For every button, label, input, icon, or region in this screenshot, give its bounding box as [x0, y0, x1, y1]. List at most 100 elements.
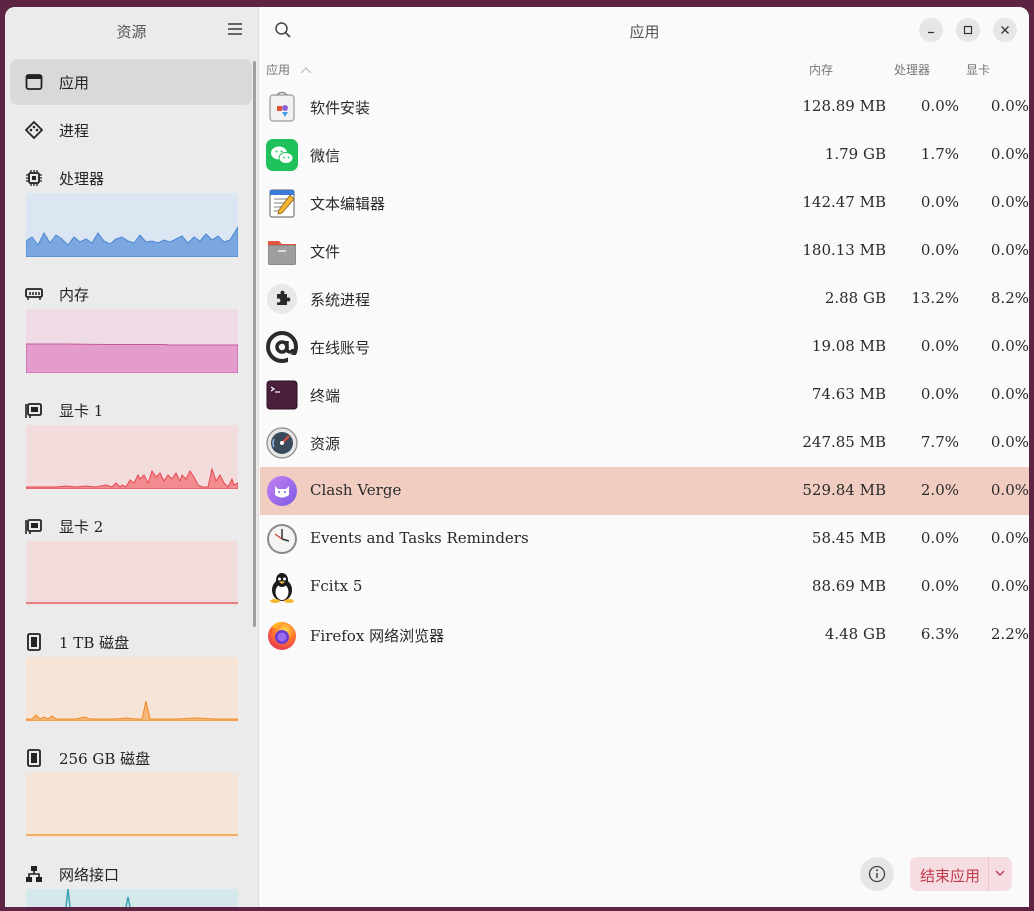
column-header-memory[interactable]: 内存	[809, 61, 833, 78]
app-cpu: 2.0%	[920, 481, 959, 499]
page-title: 应用	[629, 23, 660, 41]
clock-icon	[267, 524, 297, 554]
column-header-app[interactable]: 应用	[266, 61, 312, 78]
app-name: Firefox 网络浏览器	[310, 627, 445, 645]
sort-ascending-icon	[300, 67, 312, 74]
info-button[interactable]	[860, 857, 894, 891]
online-accounts-icon	[266, 331, 298, 363]
table-row[interactable]: Fcitx 5 88.69 MB 0.0% 0.0%	[260, 563, 1029, 611]
table-row[interactable]: 终端 74.63 MB 0.0% 0.0%	[260, 371, 1029, 419]
app-name: 文本编辑器	[310, 195, 386, 213]
app-cpu: 0.0%	[920, 193, 959, 211]
app-gpu: 0.0%	[990, 241, 1029, 259]
sidebar-item-label: 应用	[59, 74, 90, 92]
gpu-icon	[25, 403, 42, 418]
table-row[interactable]: 系统进程 2.88 GB 13.2% 8.2%	[260, 275, 1029, 323]
app-memory: 58.45 MB	[811, 529, 886, 547]
column-header-gpu[interactable]: 显卡	[966, 61, 990, 78]
app-cpu: 6.3%	[920, 625, 959, 643]
chevron-down-icon[interactable]	[994, 869, 1006, 877]
clash-verge-icon	[267, 476, 297, 506]
memory-icon	[25, 288, 43, 300]
app-name: 软件安装	[310, 99, 371, 117]
network-usage-graph	[26, 889, 238, 907]
app-cpu: 7.7%	[920, 433, 959, 451]
table-row[interactable]: Firefox 网络浏览器 4.48 GB 6.3% 2.2%	[260, 611, 1029, 659]
gpu-1-usage-graph	[26, 425, 238, 489]
table-row[interactable]: 文本编辑器 142.47 MB 0.0% 0.0%	[260, 179, 1029, 227]
app-cpu: 0.0%	[920, 577, 959, 595]
table-row[interactable]: 文件 180.13 MB 0.0% 0.0%	[260, 227, 1029, 275]
app-memory: 19.08 MB	[811, 337, 886, 355]
app-memory: 4.48 GB	[824, 625, 886, 643]
software-install-icon	[269, 91, 295, 122]
app-gpu: 0.0%	[990, 433, 1029, 451]
sidebar-item-label: 网络接口	[59, 866, 120, 884]
memory-usage-graph	[26, 309, 238, 373]
app-gpu: 0.0%	[990, 337, 1029, 355]
app-memory: 529.84 MB	[802, 481, 886, 499]
app-cpu: 0.0%	[920, 337, 959, 355]
sidebar-item-label: 1 TB 磁盘	[59, 634, 130, 652]
app-gpu: 0.0%	[990, 145, 1029, 163]
app-name: Fcitx 5	[310, 577, 363, 595]
table-row[interactable]: 资源 247.85 MB 7.7% 0.0%	[260, 419, 1029, 467]
app-gpu: 0.0%	[990, 385, 1029, 403]
app-memory: 88.69 MB	[811, 577, 886, 595]
drive-icon	[27, 749, 41, 767]
app-memory: 1.79 GB	[824, 145, 886, 163]
info-icon	[868, 865, 886, 883]
app-memory: 2.88 GB	[824, 289, 886, 307]
close-button[interactable]	[993, 18, 1017, 42]
cpu-icon	[26, 170, 42, 186]
app-cpu: 0.0%	[920, 241, 959, 259]
minimize-button[interactable]	[919, 18, 943, 42]
app-memory: 74.63 MB	[811, 385, 886, 403]
app-name: 微信	[310, 147, 341, 165]
app-memory: 247.85 MB	[802, 433, 886, 451]
table-row[interactable]: 软件安装 128.89 MB 0.0% 0.0%	[260, 83, 1029, 131]
sidebar-title: 资源	[116, 23, 147, 41]
process-icon	[25, 121, 43, 139]
sidebar-item-label: 内存	[59, 286, 90, 304]
system-process-icon	[267, 284, 297, 314]
column-header-cpu[interactable]: 处理器	[894, 61, 930, 78]
app-name: 系统进程	[310, 291, 371, 309]
maximize-button[interactable]	[956, 18, 980, 42]
end-app-button[interactable]: 结束应用	[920, 865, 980, 886]
cpu-usage-graph	[26, 193, 238, 257]
sidebar-item-processes[interactable]: 进程	[10, 107, 252, 153]
app-memory: 180.13 MB	[802, 241, 886, 259]
table-row[interactable]: 在线账号 19.08 MB 0.0% 0.0%	[260, 323, 1029, 371]
minimize-icon	[928, 31, 934, 34]
app-cpu: 13.2%	[911, 289, 959, 307]
app-window-icon	[25, 74, 43, 90]
sidebar-scrollbar[interactable]	[253, 61, 256, 627]
table-row-selected[interactable]: Clash Verge 529.84 MB 2.0% 0.0%	[260, 467, 1029, 515]
sidebar-item-label: 显卡 2	[59, 518, 104, 536]
sidebar-item-label: 256 GB 磁盘	[59, 750, 151, 768]
app-name: 文件	[310, 243, 341, 261]
gpu-2-usage-graph	[26, 541, 238, 605]
app-memory: 128.89 MB	[802, 97, 886, 115]
hamburger-menu-icon[interactable]	[228, 23, 242, 35]
text-editor-icon	[269, 189, 295, 218]
app-gpu: 0.0%	[990, 577, 1029, 595]
network-icon	[26, 866, 42, 882]
table-row[interactable]: Events and Tasks Reminders 58.45 MB 0.0%…	[260, 515, 1029, 563]
app-name: 资源	[310, 435, 341, 453]
table-row[interactable]: 微信 1.79 GB 1.7% 0.0%	[260, 131, 1029, 179]
app-gpu: 2.2%	[990, 625, 1029, 643]
sidebar-header: 资源	[5, 7, 258, 53]
split-divider	[988, 857, 989, 891]
wechat-icon	[266, 139, 298, 171]
column-header-label: 应用	[266, 63, 291, 77]
app-name: 终端	[310, 387, 341, 405]
files-icon	[268, 241, 296, 265]
app-cpu: 1.7%	[920, 145, 959, 163]
resources-window: 资源 应用 进程 处理器 内存 显卡 1 显卡 2 1 TB 磁盘 256 GB…	[5, 7, 1029, 907]
end-app-split-button[interactable]: 结束应用	[910, 857, 1012, 891]
app-name: 在线账号	[310, 339, 371, 357]
tux-icon	[270, 573, 294, 603]
sidebar-item-apps[interactable]: 应用	[10, 59, 252, 105]
